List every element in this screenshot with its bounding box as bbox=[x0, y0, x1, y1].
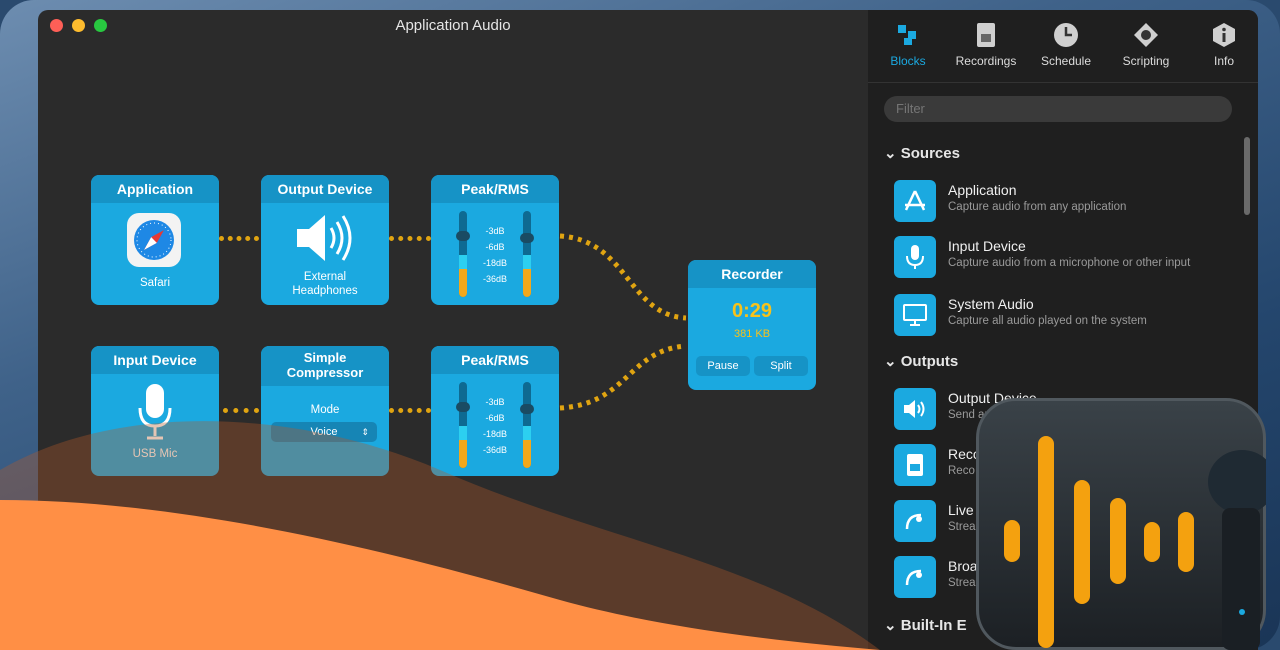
broadcast-icon bbox=[894, 556, 936, 598]
application-block[interactable]: Application Safari bbox=[91, 175, 219, 305]
db-scale: -3dB -6dB -18dB -36dB bbox=[482, 226, 508, 284]
list-item[interactable]: System Audio Capture all audio played on… bbox=[894, 292, 1224, 340]
wire bbox=[389, 236, 431, 241]
mode-select[interactable]: Voice ⇕ bbox=[271, 422, 377, 442]
tab-info[interactable]: Info bbox=[1184, 22, 1258, 68]
safari-icon bbox=[127, 213, 181, 267]
title-bar: Application Audio bbox=[38, 10, 868, 40]
block-title: Peak/RMS bbox=[431, 346, 559, 374]
clock-icon bbox=[1053, 22, 1079, 48]
speaker-icon bbox=[295, 211, 355, 270]
microphone-icon bbox=[135, 382, 175, 447]
panel-scrollbar[interactable] bbox=[1244, 137, 1250, 215]
recording-timer: 0:29 bbox=[731, 300, 773, 322]
block-title: Peak/RMS bbox=[431, 175, 559, 203]
level-meter-left bbox=[456, 211, 470, 297]
level-meter-right bbox=[520, 211, 534, 297]
peak-rms-block[interactable]: Peak/RMS -3dB -6dB -18dB -36dB bbox=[431, 175, 559, 305]
list-item[interactable]: Input Device Capture audio from a microp… bbox=[894, 234, 1224, 282]
section-built-in[interactable]: ⌄ Built-In E bbox=[884, 616, 967, 634]
wire bbox=[223, 408, 259, 413]
info-icon bbox=[1211, 22, 1237, 48]
blocks-icon bbox=[895, 22, 921, 48]
tab-schedule[interactable]: Schedule bbox=[1026, 22, 1106, 68]
block-title: Recorder bbox=[688, 260, 816, 288]
wire bbox=[219, 236, 259, 241]
tab-scripting[interactable]: Scripting bbox=[1106, 22, 1186, 68]
pause-button[interactable]: Pause bbox=[696, 356, 750, 376]
panel-toolbar: Blocks Recordings Schedule Scripting Inf… bbox=[868, 10, 1258, 83]
recording-size: 381 KB bbox=[733, 328, 771, 340]
monitor-icon bbox=[894, 294, 936, 336]
output-device-name-line2: Headphones bbox=[292, 285, 358, 297]
input-device-name: USB Mic bbox=[132, 448, 178, 460]
app-store-icon bbox=[894, 180, 936, 222]
microphone-icon bbox=[894, 236, 936, 278]
mode-label: Mode bbox=[310, 404, 340, 416]
db-scale: -3dB -6dB -18dB -36dB bbox=[482, 397, 508, 455]
section-outputs[interactable]: ⌄ Outputs bbox=[884, 352, 958, 370]
block-title: Simple Compressor bbox=[261, 346, 389, 386]
chevron-down-icon: ⌄ bbox=[884, 145, 897, 162]
tab-blocks[interactable]: Blocks bbox=[868, 22, 948, 68]
app-logo-icon bbox=[976, 398, 1266, 650]
curved-wires bbox=[559, 233, 687, 411]
block-title: Output Device bbox=[261, 175, 389, 203]
satellite-icon bbox=[894, 500, 936, 542]
split-button[interactable]: Split bbox=[754, 356, 808, 376]
blocks-canvas[interactable]: Application Safari Output Device Externa… bbox=[38, 40, 868, 615]
chevron-down-icon: ⌄ bbox=[884, 353, 897, 370]
output-device-block[interactable]: Output Device External Headphones bbox=[261, 175, 389, 305]
scripting-icon bbox=[1133, 22, 1159, 48]
peak-rms-block[interactable]: Peak/RMS -3dB -6dB -18dB -36dB bbox=[431, 346, 559, 476]
input-device-block[interactable]: Input Device USB Mic bbox=[91, 346, 219, 476]
window-title: Application Audio bbox=[395, 17, 511, 34]
block-title: Application bbox=[91, 175, 219, 203]
stepper-icon: ⇕ bbox=[361, 427, 369, 437]
document-icon bbox=[894, 444, 936, 486]
tab-recordings[interactable]: Recordings bbox=[946, 22, 1026, 68]
wire bbox=[389, 408, 431, 413]
filter-input[interactable] bbox=[884, 96, 1232, 122]
speaker-icon bbox=[894, 388, 936, 430]
chevron-down-icon: ⌄ bbox=[884, 617, 897, 634]
simple-compressor-block[interactable]: Simple Compressor Mode Voice ⇕ bbox=[261, 346, 389, 476]
section-sources[interactable]: ⌄ Sources bbox=[884, 144, 960, 162]
output-device-name-line1: External bbox=[303, 271, 347, 283]
recordings-icon bbox=[973, 22, 999, 48]
level-meter-left bbox=[456, 382, 470, 468]
recorder-block[interactable]: Recorder 0:29 381 KB Pause Split bbox=[688, 260, 816, 390]
source-app-name: Safari bbox=[139, 277, 171, 289]
block-title: Input Device bbox=[91, 346, 219, 374]
list-item[interactable]: Application Capture audio from any appli… bbox=[894, 178, 1224, 226]
level-meter-right bbox=[520, 382, 534, 468]
